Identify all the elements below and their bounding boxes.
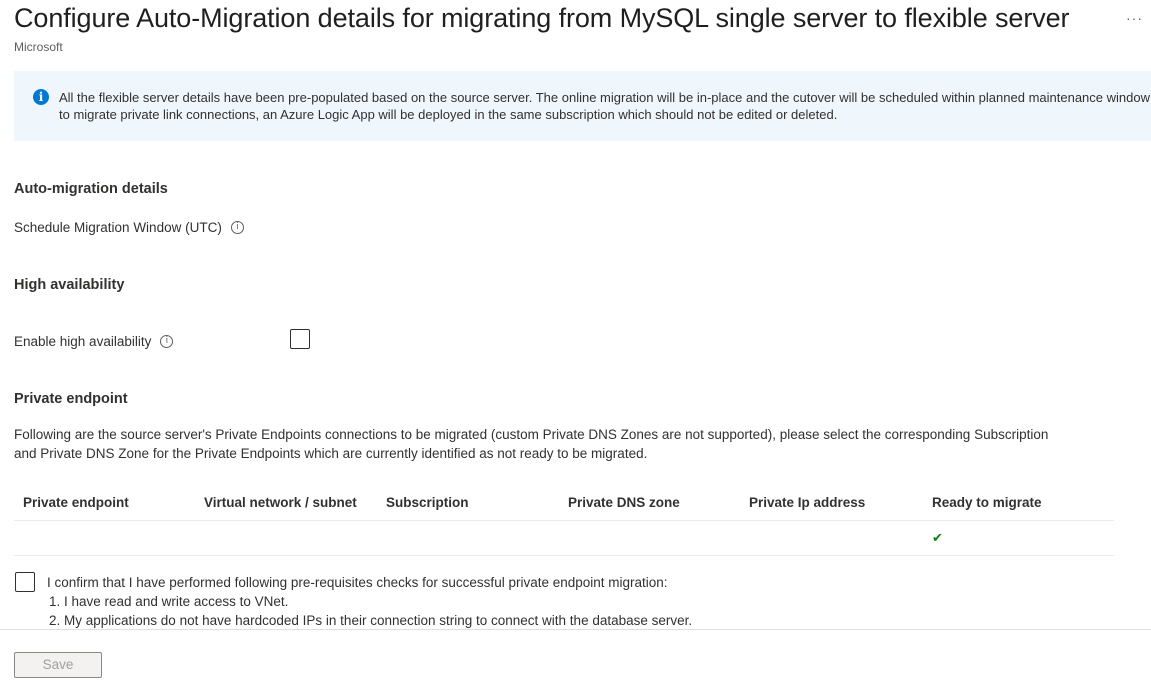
high-availability-heading: High availability (14, 277, 125, 293)
private-endpoint-heading: Private endpoint (14, 391, 128, 407)
column-header-subscription: Subscription (386, 495, 469, 510)
private-endpoint-description-line-2: and Private DNS Zone for the Private End… (14, 446, 648, 461)
confirm-line-1: I confirm that I have performed followin… (47, 575, 668, 590)
cell-subscription (377, 521, 559, 555)
confirm-line-3: 2. My applications do not have hardcoded… (49, 613, 693, 628)
checkmark-icon: ✔ (932, 530, 943, 545)
info-tooltip-icon[interactable]: i (230, 221, 244, 234)
publisher-label: Microsoft (14, 40, 63, 54)
save-button[interactable]: Save (14, 652, 102, 678)
cell-virtual-network-subnet (195, 521, 377, 555)
info-banner-text: All the flexible server details have bee… (59, 89, 1150, 123)
private-endpoint-table: Private endpoint Virtual network / subne… (14, 485, 1114, 556)
auto-migration-heading: Auto-migration details (14, 181, 168, 197)
confirm-prerequisites-checkbox[interactable] (15, 572, 35, 592)
private-endpoint-description-line-1: Following are the source server's Privat… (14, 427, 1049, 442)
cell-private-endpoint (14, 521, 195, 555)
column-header-private-endpoint: Private endpoint (23, 495, 129, 510)
info-banner: i All the flexible server details have b… (14, 71, 1151, 141)
info-icon: i (33, 89, 49, 105)
info-banner-line-1: All the flexible server details have bee… (59, 90, 1150, 105)
table-header-row: Private endpoint Virtual network / subne… (14, 485, 1114, 521)
more-options-button[interactable]: ··· (1126, 10, 1143, 26)
enable-high-availability-label: Enable high availability (14, 334, 152, 349)
column-header-private-ip-address: Private Ip address (749, 495, 866, 510)
page-title: Configure Auto-Migration details for mig… (14, 3, 1070, 33)
schedule-migration-window-label: Schedule Migration Window (UTC) (14, 220, 222, 235)
info-banner-line-2: to migrate private link connections, an … (59, 107, 838, 122)
cell-private-dns-zone (559, 521, 740, 555)
info-tooltip-icon[interactable]: i (160, 335, 174, 348)
table-row: ✔ (14, 521, 1114, 556)
enable-high-availability-field: Enable high availability i (14, 334, 174, 349)
migration-config-page: Configure Auto-Migration details for mig… (0, 0, 1151, 680)
confirm-line-2: 1. I have read and write access to VNet. (49, 594, 289, 609)
enable-high-availability-checkbox[interactable] (290, 329, 310, 349)
cell-private-ip-address (740, 521, 923, 555)
column-header-private-dns-zone: Private DNS zone (568, 495, 680, 510)
schedule-migration-window-field: Schedule Migration Window (UTC) i (14, 220, 244, 235)
confirm-prerequisites-text: I confirm that I have performed followin… (47, 573, 692, 630)
column-header-virtual-network-subnet: Virtual network / subnet (204, 495, 357, 510)
footer-divider (0, 629, 1151, 630)
cell-ready-to-migrate: ✔ (923, 521, 1114, 555)
private-endpoint-description: Following are the source server's Privat… (14, 425, 1134, 463)
column-header-ready-to-migrate: Ready to migrate (932, 495, 1042, 510)
